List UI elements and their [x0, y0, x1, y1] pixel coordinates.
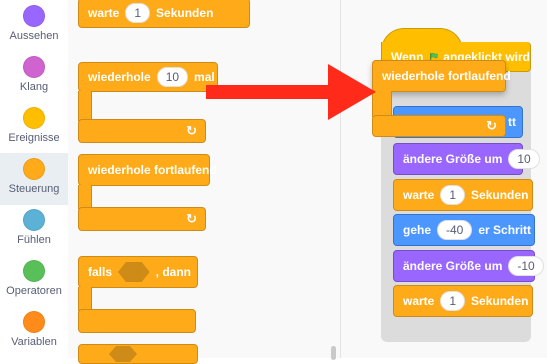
script-change-size-block[interactable]: ändere Größe um 10: [393, 143, 540, 175]
block-text: warte: [88, 6, 120, 20]
block-text: warte: [403, 294, 435, 308]
size-change-input[interactable]: 10: [508, 149, 540, 169]
category-label: Variablen: [11, 336, 57, 348]
block-text: ändere Größe um: [403, 152, 503, 166]
block-text: wiederhole fortlaufend: [88, 163, 217, 177]
category-label: Operatoren: [6, 285, 62, 297]
control-color-dot: [23, 158, 45, 180]
operators-color-dot: [23, 260, 45, 282]
category-looks[interactable]: Aussehen: [0, 0, 68, 52]
block-text: wiederhole: [88, 70, 151, 84]
wait-seconds-input[interactable]: 1: [440, 185, 466, 205]
category-control[interactable]: Steuerung: [0, 153, 68, 205]
category-events[interactable]: Ereignisse: [0, 102, 68, 154]
condition-slot[interactable]: [109, 346, 137, 362]
block-text: falls: [88, 265, 113, 279]
block-text: gehe: [403, 223, 432, 237]
if-c-arm: [78, 287, 92, 311]
category-label: Aussehen: [9, 30, 59, 42]
category-label: Klang: [19, 81, 49, 93]
category-variables[interactable]: Variablen: [0, 306, 68, 358]
block-text: tt: [508, 115, 516, 129]
palette-repeat-block[interactable]: wiederhole 10 mal: [78, 62, 218, 92]
move-steps-input[interactable]: -40: [437, 220, 473, 240]
forever-c-arm: [78, 185, 92, 209]
palette-wait-block[interactable]: warte 1 Sekunden: [78, 0, 250, 28]
wait-seconds-input[interactable]: 1: [125, 3, 151, 23]
block-text: ändere Größe um: [403, 259, 503, 273]
loop-arrow-icon: ↻: [486, 118, 497, 133]
red-arrow-icon: [206, 64, 376, 120]
variables-color-dot: [23, 311, 45, 333]
category-sensing[interactable]: Fühlen: [0, 204, 68, 256]
category-label: Fühlen: [17, 234, 51, 246]
category-label: Ereignisse: [8, 132, 60, 144]
block-text: warte: [403, 188, 435, 202]
category-sound[interactable]: Klang: [0, 51, 68, 103]
repeat-c-arm: [78, 91, 92, 121]
category-sidebar: Aussehen Klang Ereignisse Steuerung Fühl…: [0, 0, 69, 358]
block-text: er Schritt: [478, 223, 532, 237]
category-operators[interactable]: Operatoren: [0, 255, 68, 307]
script-wait-block[interactable]: warte 1 Sekunden: [393, 179, 533, 211]
events-color-dot: [23, 107, 45, 129]
dragged-forever-c-foot: ↻: [372, 115, 506, 137]
script-change-size-block[interactable]: ändere Größe um -10: [393, 250, 544, 282]
looks-color-dot: [23, 5, 45, 27]
condition-slot[interactable]: [118, 262, 150, 282]
loop-arrow-icon: ↻: [186, 123, 197, 138]
if-c-foot: [78, 309, 196, 333]
palette-next-block[interactable]: [78, 344, 198, 364]
sensing-color-dot: [23, 209, 45, 231]
wait-seconds-input[interactable]: 1: [440, 291, 466, 311]
script-wait-block[interactable]: warte 1 Sekunden: [393, 285, 533, 317]
dragged-forever-block[interactable]: wiederhole fortlaufend: [372, 60, 511, 92]
block-text: Sekunden: [471, 294, 529, 308]
forever-c-foot: ↻: [78, 207, 206, 231]
loop-arrow-icon: ↻: [186, 211, 197, 226]
sound-color-dot: [23, 56, 45, 78]
category-label: Steuerung: [8, 183, 60, 195]
palette-forever-block[interactable]: wiederhole fortlaufend: [78, 154, 217, 186]
palette-if-block[interactable]: falls , dann: [78, 256, 198, 288]
size-change-input[interactable]: -10: [508, 256, 544, 276]
script-move-block[interactable]: gehe -40 er Schritt: [393, 214, 535, 246]
block-text: wiederhole fortlaufend: [382, 69, 511, 83]
repeat-c-foot: ↻: [78, 119, 206, 143]
repeat-count-input[interactable]: 10: [156, 67, 189, 87]
block-text: Sekunden: [471, 188, 529, 202]
block-text: , dann: [155, 265, 191, 279]
block-text: Sekunden: [156, 6, 214, 20]
